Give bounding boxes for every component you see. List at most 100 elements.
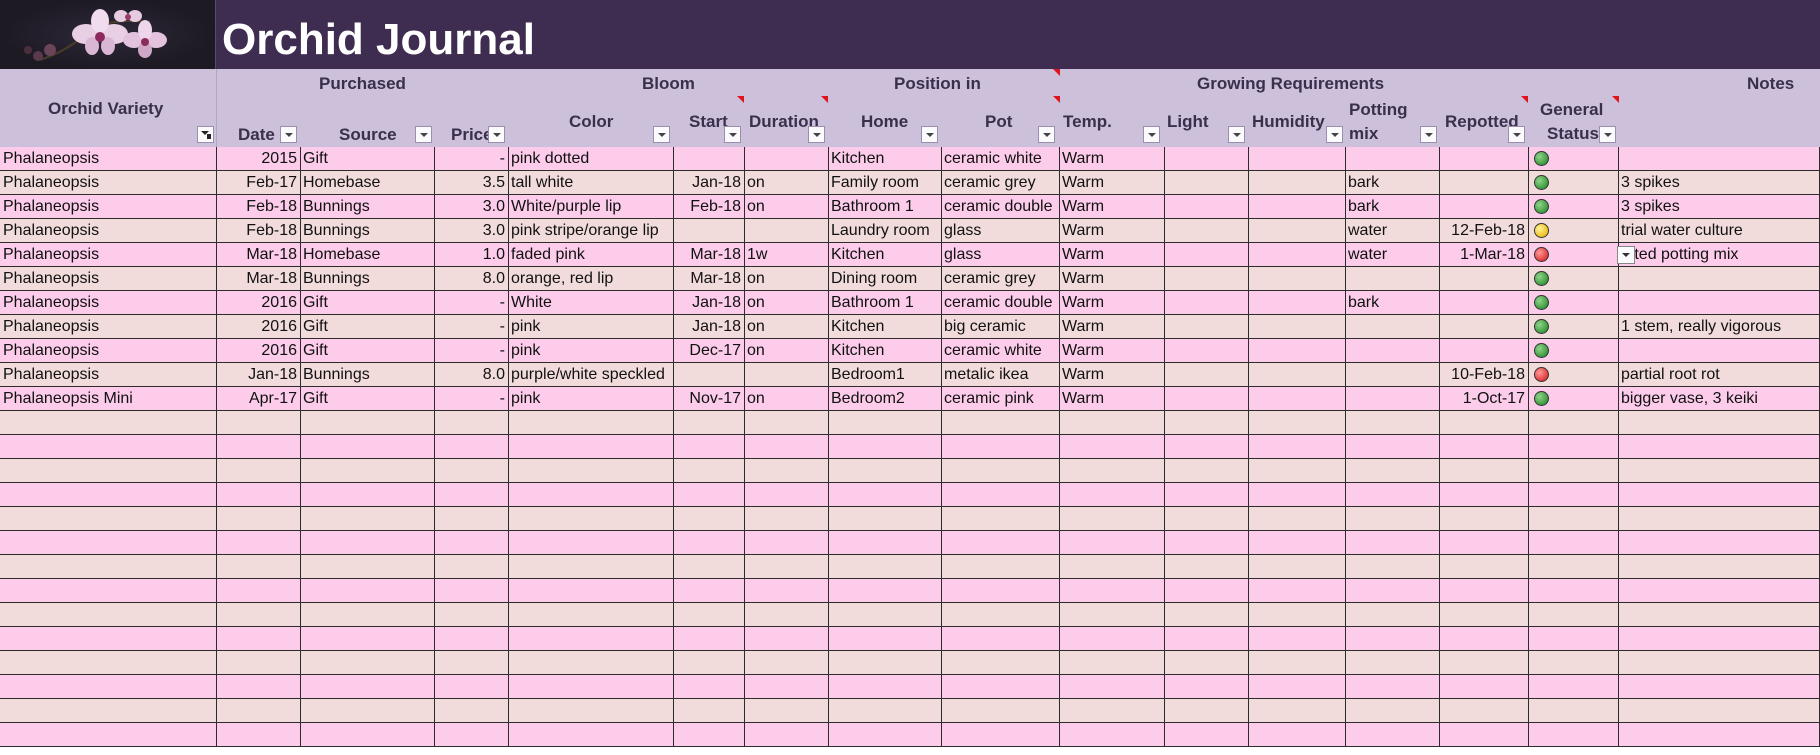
cell-notes[interactable] [1618, 723, 1820, 747]
cell-duration[interactable]: 1w [744, 243, 829, 267]
cell-light[interactable] [1164, 531, 1249, 555]
filter-duration-button[interactable] [808, 126, 825, 143]
cell-repotted[interactable] [1439, 315, 1529, 339]
cell-start[interactable] [673, 531, 745, 555]
cell-duration[interactable] [744, 507, 829, 531]
cell-light[interactable] [1164, 699, 1249, 723]
cell-repotted[interactable] [1439, 531, 1529, 555]
cell-notes[interactable] [1618, 507, 1820, 531]
cell-price[interactable] [434, 603, 509, 627]
cell-start[interactable] [673, 651, 745, 675]
cell-notes[interactable] [1618, 147, 1820, 171]
cell-status[interactable] [1528, 147, 1619, 171]
cell-variety[interactable]: Phalaneopsis [0, 147, 217, 171]
cell-home[interactable] [828, 483, 942, 507]
cell-repotted[interactable] [1439, 603, 1529, 627]
cell-price[interactable] [434, 531, 509, 555]
filter-price-button[interactable] [488, 126, 505, 143]
cell-temp[interactable] [1059, 435, 1165, 459]
cell-humidity[interactable] [1248, 555, 1346, 579]
cell-pot[interactable]: glass [941, 219, 1060, 243]
cell-light[interactable] [1164, 147, 1249, 171]
cell-date[interactable] [216, 675, 301, 699]
cell-start[interactable]: Mar-18 [673, 267, 745, 291]
cell-status[interactable] [1528, 555, 1619, 579]
cell-repotted[interactable] [1439, 555, 1529, 579]
cell-notes[interactable]: 3 spikes [1618, 171, 1820, 195]
cell-pot[interactable]: ceramic grey [941, 267, 1060, 291]
cell-light[interactable] [1164, 459, 1249, 483]
cell-home[interactable] [828, 555, 942, 579]
cell-repotted[interactable] [1439, 651, 1529, 675]
cell-date[interactable] [216, 411, 301, 435]
cell-humidity[interactable] [1248, 507, 1346, 531]
cell-status[interactable] [1528, 459, 1619, 483]
cell-variety[interactable]: Phalaneopsis [0, 243, 217, 267]
cell-color[interactable] [508, 579, 674, 603]
cell-home[interactable]: Kitchen [828, 315, 942, 339]
cell-variety[interactable] [0, 675, 217, 699]
cell-temp[interactable] [1059, 675, 1165, 699]
cell-potting[interactable]: bark [1345, 195, 1440, 219]
cell-light[interactable] [1164, 507, 1249, 531]
cell-repotted[interactable] [1439, 699, 1529, 723]
cell-price[interactable] [434, 699, 509, 723]
cell-repotted[interactable] [1439, 675, 1529, 699]
cell-date[interactable] [216, 435, 301, 459]
cell-source[interactable] [300, 723, 435, 747]
cell-pot[interactable] [941, 459, 1060, 483]
cell-potting[interactable]: bark [1345, 171, 1440, 195]
cell-color[interactable] [508, 555, 674, 579]
cell-potting[interactable] [1345, 147, 1440, 171]
cell-temp[interactable] [1059, 555, 1165, 579]
cell-start[interactable] [673, 507, 745, 531]
cell-humidity[interactable] [1248, 651, 1346, 675]
cell-light[interactable] [1164, 483, 1249, 507]
cell-home[interactable]: Bedroom1 [828, 363, 942, 387]
cell-status[interactable] [1528, 339, 1619, 363]
cell-source[interactable]: Gift [300, 339, 435, 363]
cell-variety[interactable] [0, 435, 217, 459]
cell-notes[interactable]: 1 stem, really vigorous [1618, 315, 1820, 339]
cell-potting[interactable] [1345, 555, 1440, 579]
cell-date[interactable] [216, 651, 301, 675]
cell-repotted[interactable] [1439, 147, 1529, 171]
cell-temp[interactable] [1059, 627, 1165, 651]
cell-start[interactable] [673, 675, 745, 699]
cell-duration[interactable] [744, 723, 829, 747]
cell-source[interactable]: Gift [300, 387, 435, 411]
cell-potting[interactable] [1345, 267, 1440, 291]
cell-date[interactable]: 2016 [216, 339, 301, 363]
cell-variety[interactable] [0, 459, 217, 483]
cell-temp[interactable]: Warm [1059, 243, 1165, 267]
cell-variety[interactable]: Phalaneopsis [0, 363, 217, 387]
cell-color[interactable]: faded pink [508, 243, 674, 267]
cell-potting[interactable] [1345, 651, 1440, 675]
cell-date[interactable] [216, 555, 301, 579]
cell-source[interactable] [300, 459, 435, 483]
cell-light[interactable] [1164, 723, 1249, 747]
cell-temp[interactable] [1059, 723, 1165, 747]
cell-repotted[interactable] [1439, 339, 1529, 363]
cell-light[interactable] [1164, 315, 1249, 339]
cell-status[interactable] [1528, 579, 1619, 603]
cell-notes[interactable]: bigger vase, 3 keiki [1618, 387, 1820, 411]
cell-color[interactable] [508, 699, 674, 723]
cell-variety[interactable] [0, 555, 217, 579]
cell-home[interactable] [828, 411, 942, 435]
cell-home[interactable] [828, 435, 942, 459]
cell-price[interactable]: 1.0 [434, 243, 509, 267]
cell-color[interactable] [508, 603, 674, 627]
cell-duration[interactable] [744, 531, 829, 555]
filter-temp-button[interactable] [1143, 126, 1160, 143]
cell-start[interactable] [673, 219, 745, 243]
cell-light[interactable] [1164, 243, 1249, 267]
cell-price[interactable]: 8.0 [434, 363, 509, 387]
cell-temp[interactable]: Warm [1059, 363, 1165, 387]
cell-pot[interactable] [941, 723, 1060, 747]
cell-status[interactable] [1528, 627, 1619, 651]
cell-repotted[interactable]: 10-Feb-18 [1439, 363, 1529, 387]
cell-variety[interactable] [0, 411, 217, 435]
cell-repotted[interactable] [1439, 291, 1529, 315]
cell-status[interactable] [1528, 243, 1619, 267]
